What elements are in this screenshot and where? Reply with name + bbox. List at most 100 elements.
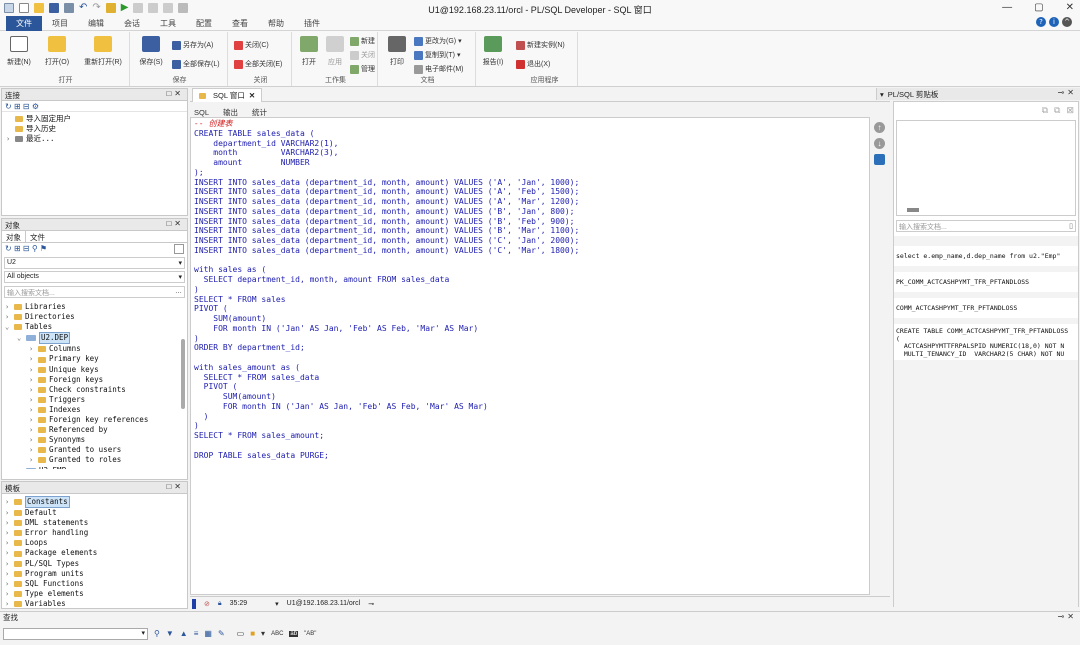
expand-arrow-icon[interactable]: › <box>5 548 14 558</box>
ws-close-button[interactable]: 关闭 <box>350 50 375 60</box>
expand-arrow-icon[interactable]: › <box>17 466 26 470</box>
expand-arrow-icon[interactable]: › <box>5 497 14 507</box>
subtab-stats[interactable]: 统计 <box>252 108 267 117</box>
find-all-icon[interactable]: ≡ <box>194 629 199 638</box>
find-down-icon[interactable]: ▼ <box>166 629 174 638</box>
tree-item[interactable]: ⌄ U2.DEP <box>5 332 184 345</box>
expand-arrow-icon[interactable]: › <box>5 302 14 312</box>
code-line[interactable]: FOR month IN ('Jan' AS Jan, 'Feb' AS Feb… <box>194 402 866 412</box>
menu-file[interactable]: 文件 <box>6 16 42 31</box>
close-window-button[interactable]: ✕ <box>1066 2 1074 13</box>
clipboard-item[interactable]: CREATE TABLE COMM_ACTCASHPYMT_TFR_PFTAND… <box>894 324 1078 360</box>
objects-scrollbar[interactable] <box>181 339 185 409</box>
menu-project[interactable]: 项目 <box>42 16 78 31</box>
clipboard-search-input[interactable]: 输入搜索文档... ▯ <box>896 220 1076 232</box>
open-button[interactable]: 打开(O) <box>42 36 72 67</box>
code-line[interactable]: SELECT department_id, month, amount FROM… <box>194 275 866 285</box>
expand-arrow-icon[interactable]: › <box>29 445 38 455</box>
code-line[interactable]: with sales as ( <box>194 265 866 275</box>
collapse-arrow-icon[interactable]: ⌄ <box>5 322 14 332</box>
expand-arrow-icon[interactable]: › <box>29 435 38 445</box>
collapse-icon[interactable]: ⊟ <box>23 244 30 253</box>
ribbon-toggle-icon[interactable]: ^ <box>1062 17 1072 27</box>
panel-controls[interactable]: ⊸✕ <box>1058 612 1077 621</box>
expand-arrow-icon[interactable]: › <box>5 508 14 518</box>
paste-icon[interactable]: ⧉ <box>1054 105 1060 117</box>
preview-scroll-thumb[interactable] <box>907 208 919 212</box>
copyto-button[interactable]: 复制到(T) ▾ <box>414 50 460 60</box>
close-button[interactable]: 关闭(C) <box>234 40 269 50</box>
match-case-button[interactable]: ABC <box>271 631 283 637</box>
window-icon[interactable]: ▭ <box>237 629 245 638</box>
code-line[interactable]: ); <box>194 168 866 178</box>
code-line[interactable] <box>194 441 866 451</box>
tree-item[interactable]: › Granted to roles <box>5 455 184 465</box>
filter-select[interactable]: All objects ▾ <box>4 271 185 283</box>
tree-item[interactable]: › Synonyms <box>5 435 184 445</box>
tree-item[interactable]: › Columns <box>5 344 184 354</box>
code-line[interactable]: SUM(amount) <box>194 392 866 402</box>
template-item[interactable]: › PL/SQL Types <box>5 559 184 569</box>
code-line[interactable]: PIVOT ( <box>194 304 866 314</box>
panel-controls[interactable]: ⊸✕ <box>1058 88 1077 97</box>
filter-icon[interactable]: ⚑ <box>40 244 47 253</box>
subtab-sql[interactable]: SQL <box>194 108 209 117</box>
clipboard-item[interactable]: COMM_ACTCASHPYMT_TFR_PFTANDLOSS <box>894 298 1078 318</box>
expand-arrow-icon[interactable]: › <box>29 365 38 375</box>
code-line[interactable]: with sales_amount as ( <box>194 363 866 373</box>
refresh-icon[interactable]: ↻ <box>5 244 12 253</box>
template-item[interactable]: › Error handling <box>5 528 184 538</box>
highlight-icon[interactable]: ▦ <box>204 629 212 638</box>
find-up-icon[interactable]: ▲ <box>180 629 188 638</box>
expand-arrow-icon[interactable]: › <box>5 579 14 589</box>
closeall-button[interactable]: 全部关闭(E) <box>234 59 282 69</box>
template-item[interactable]: › SQL Functions <box>5 579 184 589</box>
expand-arrow-icon[interactable]: › <box>29 375 38 385</box>
panel-controls[interactable]: □✕ <box>166 219 184 228</box>
user-select[interactable]: U2 ▾ <box>4 257 185 269</box>
expand-arrow-icon[interactable]: › <box>5 528 14 538</box>
sql-editor[interactable]: -- 创建表 CREATE TABLE sales_data ( departme… <box>190 117 870 595</box>
ws-new-button[interactable]: 新建 <box>350 36 375 46</box>
code-line[interactable]: INSERT INTO sales_data (department_id, m… <box>194 246 866 256</box>
expand-arrow-icon[interactable]: › <box>29 425 38 435</box>
folder-icon[interactable]: ■ <box>250 629 255 638</box>
whole-word-button[interactable]: "AB" <box>304 631 316 637</box>
print-button[interactable]: 打印 <box>382 36 412 67</box>
expand-arrow-icon[interactable]: › <box>29 395 38 405</box>
refresh-icon[interactable]: ↻ <box>5 102 12 111</box>
expand-arrow-icon[interactable]: › <box>5 312 14 322</box>
code-line[interactable] <box>194 353 866 363</box>
tree-item[interactable]: › Foreign keys <box>5 375 184 385</box>
template-item[interactable]: › Package elements <box>5 548 184 558</box>
template-item[interactable]: › Constants <box>5 496 184 509</box>
tree-item[interactable]: › Primary key <box>5 354 184 364</box>
template-item[interactable]: › Loops <box>5 538 184 548</box>
code-line[interactable]: month VARCHAR2(3), <box>194 148 866 158</box>
connection-dropdown-icon[interactable]: ▾ <box>275 600 279 608</box>
clipboard-dropdown-icon[interactable]: ▾ <box>880 90 884 99</box>
code-line[interactable]: INSERT INTO sales_data (department_id, m… <box>194 197 866 207</box>
menu-edit[interactable]: 编辑 <box>78 16 114 31</box>
email-button[interactable]: 电子邮件(M) <box>414 64 464 74</box>
code-line[interactable]: INSERT INTO sales_data (department_id, m… <box>194 226 866 236</box>
database-icon[interactable] <box>874 154 885 165</box>
template-item[interactable]: › DML statements <box>5 518 184 528</box>
code-line[interactable]: CREATE TABLE sales_data ( <box>194 129 866 139</box>
changeto-button[interactable]: 更改为(G) ▾ <box>414 36 462 46</box>
expand-arrow-icon[interactable]: › <box>5 589 14 599</box>
tab-files[interactable]: 文件 <box>26 231 49 242</box>
delete-icon[interactable]: ⊠ <box>1066 105 1074 117</box>
find-icon[interactable]: ⚲ <box>154 629 160 638</box>
code-line[interactable]: ) <box>194 334 866 344</box>
close-tab-icon[interactable]: ✕ <box>249 91 255 100</box>
code-line[interactable]: INSERT INTO sales_data (department_id, m… <box>194 187 866 197</box>
tree-item[interactable]: › Granted to users <box>5 445 184 455</box>
sql-code[interactable]: -- 创建表 CREATE TABLE sales_data ( departme… <box>191 118 869 461</box>
collapse-arrow-icon[interactable]: ⌄ <box>17 333 26 343</box>
tab-objects[interactable]: 对象 <box>2 231 26 242</box>
code-line[interactable]: INSERT INTO sales_data (department_id, m… <box>194 236 866 246</box>
tree-item[interactable]: 导入固定用户 <box>6 114 183 124</box>
code-line[interactable]: ORDER BY department_id; <box>194 343 866 353</box>
menu-view[interactable]: 查看 <box>222 16 258 31</box>
